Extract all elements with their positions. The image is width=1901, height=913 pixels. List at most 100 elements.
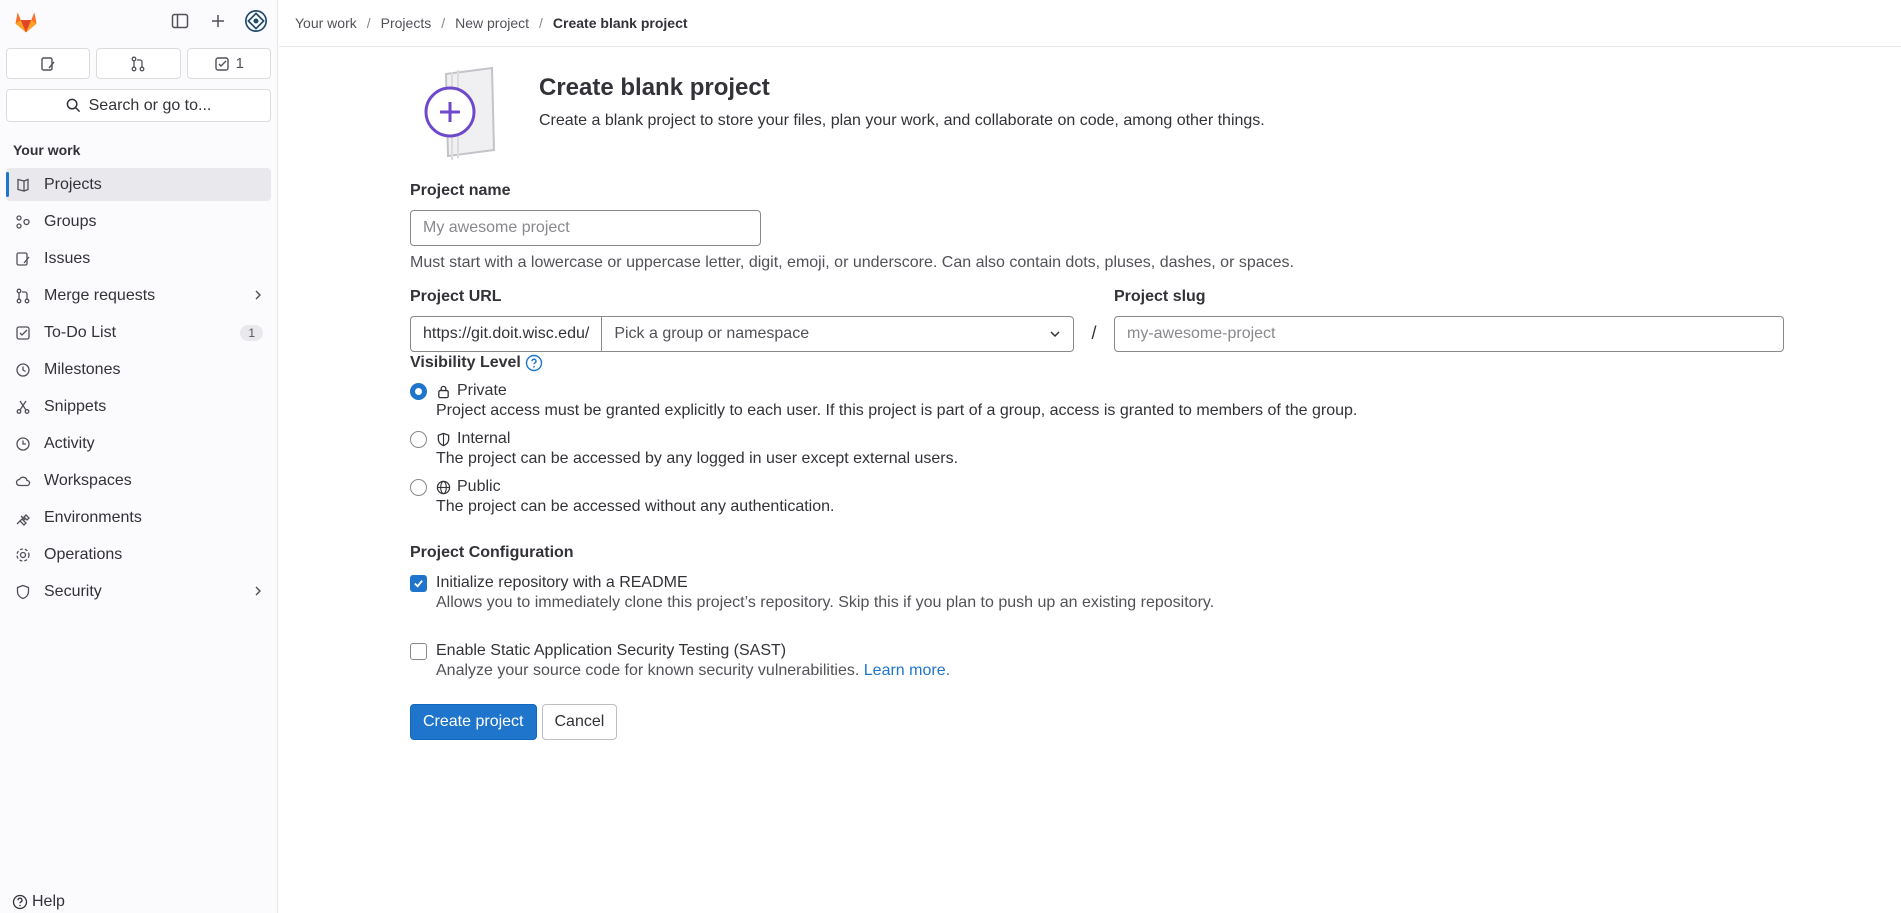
sidebar-item-activity[interactable]: Activity xyxy=(6,427,271,460)
sidebar-item-security[interactable]: Security xyxy=(6,575,271,608)
url-slash: / xyxy=(1091,323,1097,343)
visibility-internal-radio[interactable] xyxy=(410,430,427,448)
sast-learn-more-link[interactable]: Learn more. xyxy=(864,662,950,679)
chevron-right-icon xyxy=(253,287,263,305)
cancel-button[interactable]: Cancel xyxy=(541,704,618,740)
form-actions: Create project Cancel xyxy=(410,704,1790,740)
sidebar-item-label: Security xyxy=(44,582,102,600)
breadcrumb: Your work / Projects / New project / Cre… xyxy=(279,0,1901,47)
visibility-public-desc: The project can be accessed without any … xyxy=(436,498,835,515)
visibility-internal-label[interactable]: Internal xyxy=(457,430,510,448)
sidebar-item-environments[interactable]: Environments xyxy=(6,501,271,534)
project-url-group: https://git.doit.wisc.edu/ Pick a group … xyxy=(410,316,1074,352)
earth-icon xyxy=(436,480,451,495)
project-slug-label: Project slug xyxy=(1114,288,1206,305)
plus-icon[interactable] xyxy=(207,10,229,32)
sidebar-item-label: Issues xyxy=(44,249,91,267)
todo-icon xyxy=(214,56,229,71)
sast-option: Enable Static Application Security Testi… xyxy=(410,642,1790,680)
deployments-icon xyxy=(14,546,32,564)
namespace-dropdown[interactable]: Pick a group or namespace xyxy=(601,316,1074,352)
visibility-public-radio[interactable] xyxy=(410,478,427,496)
todo-icon xyxy=(14,324,32,342)
page-description: Create a blank project to store your fil… xyxy=(539,112,1265,129)
sidebar-item-groups[interactable]: Groups xyxy=(6,205,271,238)
create-project-button[interactable]: Create project xyxy=(410,704,537,740)
sidebar-item-label: Groups xyxy=(44,212,97,230)
question-icon[interactable] xyxy=(525,354,543,372)
visibility-internal-option: Internal The project can be accessed by … xyxy=(410,430,1790,468)
sidebar-toggle-icon[interactable] xyxy=(169,10,191,32)
visibility-public-label[interactable]: Public xyxy=(457,478,501,496)
todo-counter-button[interactable]: 1 xyxy=(186,48,271,79)
merge-requests-counter-button[interactable] xyxy=(96,48,181,79)
sidebar-section-title: Your work xyxy=(13,142,81,158)
sidebar-item-projects[interactable]: Projects xyxy=(6,168,271,201)
project-url-row: Project URL https://git.doit.wisc.edu/ P… xyxy=(410,288,1790,352)
blank-project-illustration xyxy=(424,66,496,160)
readme-checkbox[interactable] xyxy=(410,574,427,592)
chevron-right-icon xyxy=(253,583,263,601)
search-icon xyxy=(66,98,80,113)
sidebar-item-label: To-Do List xyxy=(44,323,117,341)
project-name-label: Project name xyxy=(410,182,511,199)
sidebar-item-operations[interactable]: Operations xyxy=(6,538,271,571)
project-name-input[interactable] xyxy=(410,210,761,246)
breadcrumb-projects[interactable]: Projects xyxy=(381,15,432,31)
sidebar-item-issues[interactable]: Issues xyxy=(6,242,271,275)
sast-label[interactable]: Enable Static Application Security Testi… xyxy=(436,642,786,660)
breadcrumb-current[interactable]: Create blank project xyxy=(553,15,688,31)
chevron-down-icon xyxy=(1050,331,1060,338)
shield-icon xyxy=(436,432,451,447)
sidebar-item-workspaces[interactable]: Workspaces xyxy=(6,464,271,497)
visibility-title: Visibility Level xyxy=(410,354,521,371)
sidebar-item-label: Activity xyxy=(44,434,95,452)
sidebar-counters: 1 xyxy=(0,42,277,79)
merge-request-icon xyxy=(132,56,145,71)
lock-icon xyxy=(436,384,451,399)
issues-icon xyxy=(41,56,55,71)
issues-icon xyxy=(14,250,32,268)
readme-option: Initialize repository with a README Allo… xyxy=(410,574,1790,612)
project-configuration: Project Configuration Initialize reposit… xyxy=(410,544,1790,680)
visibility-private-option: Private Project access must be granted e… xyxy=(410,382,1790,420)
avatar[interactable] xyxy=(245,10,267,32)
history-icon xyxy=(14,435,32,453)
todo-badge: 1 xyxy=(240,324,263,341)
sidebar-item-snippets[interactable]: Snippets xyxy=(6,390,271,423)
page-title: Create blank project xyxy=(539,74,770,101)
visibility-group: Visibility Level Private Project access … xyxy=(410,354,1790,516)
breadcrumb-separator: / xyxy=(366,15,371,31)
readme-label[interactable]: Initialize repository with a README xyxy=(436,574,688,592)
visibility-private-radio[interactable] xyxy=(410,382,427,400)
project-name-help: Must start with a lowercase or uppercase… xyxy=(410,254,1294,271)
search-label: Search or go to... xyxy=(88,96,212,114)
sast-checkbox[interactable] xyxy=(410,642,427,660)
issues-counter-button[interactable] xyxy=(6,48,91,79)
sidebar-nav: Projects Groups Issues Merge requests To… xyxy=(0,168,277,608)
help-label: Help xyxy=(32,893,65,910)
sidebar-item-merge-requests[interactable]: Merge requests xyxy=(6,279,271,312)
project-icon xyxy=(14,176,32,194)
visibility-public-option: Public The project can be accessed witho… xyxy=(410,478,1790,516)
sidebar-item-label: Operations xyxy=(44,545,123,563)
page-header: Create blank project Create a blank proj… xyxy=(410,48,1790,160)
sidebar-item-todo-list[interactable]: To-Do List 1 xyxy=(6,316,271,349)
project-url-label: Project URL xyxy=(410,288,502,305)
cloud-icon xyxy=(14,472,32,490)
gitlab-logo-icon[interactable] xyxy=(12,7,40,35)
project-slug-input[interactable] xyxy=(1114,316,1784,352)
project-name-group: Project name Must start with a lowercase… xyxy=(410,182,1790,272)
sidebar-item-milestones[interactable]: Milestones xyxy=(6,353,271,386)
help-button[interactable]: Help xyxy=(12,893,65,911)
visibility-private-label[interactable]: Private xyxy=(457,382,507,400)
visibility-private-desc: Project access must be granted explicitl… xyxy=(436,402,1358,419)
search-button[interactable]: Search or go to... xyxy=(6,89,271,122)
breadcrumb-your-work[interactable]: Your work xyxy=(295,15,357,31)
sidebar-item-label: Snippets xyxy=(44,397,107,415)
clock-icon xyxy=(14,361,32,379)
sidebar: 1 Search or go to... Your work Projects … xyxy=(0,0,278,913)
breadcrumb-new-project[interactable]: New project xyxy=(455,15,529,31)
merge-request-icon xyxy=(14,287,32,305)
check-icon xyxy=(414,579,423,588)
